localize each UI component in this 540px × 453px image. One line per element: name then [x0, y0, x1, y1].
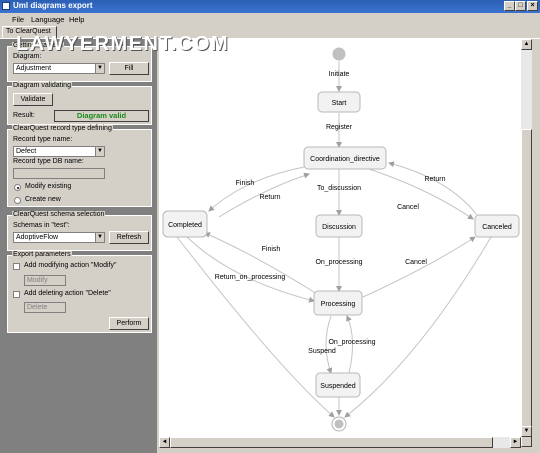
state-completed-label: Completed [168, 222, 202, 229]
initial-state [332, 47, 346, 61]
edge-finish1 [208, 166, 305, 212]
create-new-label: Create new [25, 196, 61, 203]
title-bar: Uml diagrams export _ □ × [0, 0, 540, 13]
left-panel: Getting diagram Diagram: Adjustment ▼ Fi… [0, 39, 157, 453]
menu-file[interactable]: File [12, 15, 24, 24]
chevron-down-icon[interactable]: ▼ [95, 233, 104, 242]
group-schema-selection: ClearQuest schema selection Schemas in "… [7, 211, 152, 251]
menu-help[interactable]: Help [69, 15, 84, 24]
chevron-down-icon[interactable]: ▼ [95, 64, 104, 73]
result-label: Result: [13, 112, 35, 119]
horizontal-scroll-thumb[interactable] [170, 437, 493, 448]
diagram-combo-value: Adjustment [16, 65, 52, 72]
scroll-up-icon[interactable]: ▲ [521, 39, 532, 50]
label-on-processing2: On_processing [328, 339, 375, 346]
edge-cancel1 [368, 168, 474, 220]
state-diagram: Start Coordination_directive Completed D… [162, 47, 520, 432]
diagram-canvas[interactable]: Start Coordination_directive Completed D… [159, 39, 521, 437]
add-modify-checkbox[interactable] [13, 263, 20, 270]
add-delete-checkbox[interactable] [13, 291, 20, 298]
vertical-scroll-thumb[interactable] [521, 129, 532, 447]
label-cancel1: Cancel [397, 204, 419, 211]
add-modify-label: Add modifying action "Modify" [24, 262, 117, 269]
validate-button[interactable]: Validate [13, 93, 53, 106]
horizontal-scrollbar[interactable]: ◄ ► [159, 437, 521, 448]
label-register: Register [326, 124, 353, 131]
record-type-combo-value: Defect [16, 148, 37, 155]
refresh-button[interactable]: Refresh [109, 231, 149, 244]
label-on-processing1: On_processing [315, 259, 362, 266]
label-return-on-processing: Return_on_processing [215, 274, 286, 281]
scroll-down-icon[interactable]: ▼ [521, 426, 532, 437]
maximize-button[interactable]: □ [515, 1, 526, 11]
app-icon [2, 2, 10, 10]
record-type-combo[interactable]: Defect ▼ [13, 146, 105, 157]
final-state [331, 416, 347, 432]
minimize-button[interactable]: _ [504, 1, 515, 11]
add-delete-label: Add deleting action "Delete" [24, 290, 111, 297]
label-suspend: Suspend [308, 348, 336, 355]
menu-language[interactable]: Language [31, 15, 64, 24]
result-status: Diagram valid [54, 110, 149, 122]
group-export-parameters: Export parameters Add modifying action "… [7, 251, 152, 333]
group-record-type: ClearQuest record type defining Record t… [7, 125, 152, 207]
window-title: Uml diagrams export [13, 1, 93, 10]
close-button[interactable]: × [527, 1, 538, 11]
vertical-scrollbar[interactable]: ▲ ▼ [521, 39, 532, 447]
state-coordination-label: Coordination_directive [310, 156, 380, 163]
state-processing-label: Processing [321, 301, 356, 308]
create-new-radio[interactable] [14, 197, 21, 204]
record-type-db-label: Record type DB name: [13, 158, 84, 165]
group-diagram-validating: Diagram validating Validate Result: Diag… [7, 82, 152, 125]
edge-cancel2 [362, 236, 476, 298]
delete-action-field[interactable]: Delete [24, 302, 66, 313]
modify-existing-label: Modify existing [25, 183, 72, 190]
edge-return-on-processing [184, 234, 315, 303]
label-finish2: Finish [262, 246, 281, 253]
label-return2: Return [424, 176, 445, 183]
state-start-label: Start [332, 100, 347, 107]
state-discussion-label: Discussion [322, 224, 356, 231]
state-suspended-label: Suspended [320, 383, 356, 390]
schema-combo[interactable]: AdoptiveFlow ▼ [13, 232, 105, 243]
modify-existing-radio[interactable] [14, 184, 21, 191]
chevron-down-icon[interactable]: ▼ [95, 147, 104, 156]
scroll-left-icon[interactable]: ◄ [159, 437, 170, 448]
fill-button[interactable]: Fill [109, 62, 149, 75]
label-to-discussion: To_discussion [317, 185, 361, 192]
scroll-right-icon[interactable]: ► [510, 437, 521, 448]
menu-bar: File Language Help [0, 14, 540, 25]
label-cancel2: Cancel [405, 259, 427, 266]
modify-action-field[interactable]: Modify [24, 275, 66, 286]
perform-button[interactable]: Perform [109, 317, 149, 330]
label-finish1: Finish [236, 180, 255, 187]
group-legend: ClearQuest record type defining [12, 125, 113, 132]
record-type-db-field[interactable] [13, 168, 105, 179]
group-legend: ClearQuest schema selection [12, 211, 106, 218]
label-return1: Return [259, 194, 280, 201]
schemas-label: Schemas in "test": [13, 222, 70, 229]
edge-completed-final [176, 236, 335, 418]
group-legend: Diagram validating [12, 82, 72, 89]
label-initiate: Initiate [329, 71, 350, 78]
schema-combo-value: AdoptiveFlow [16, 234, 59, 241]
state-canceled-label: Canceled [482, 224, 512, 231]
group-legend: Export parameters [12, 251, 72, 258]
record-type-name-label: Record type name: [13, 136, 73, 143]
watermark: LAWYERMENT.COM [16, 33, 230, 55]
diagram-combo[interactable]: Adjustment ▼ [13, 63, 105, 74]
